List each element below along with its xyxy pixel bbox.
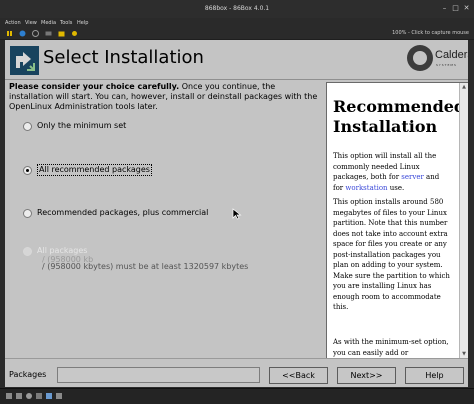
help-paragraph-2: This option installs around 580 megabyte… <box>333 198 450 311</box>
disabled-note-line2: / (958000 kbytes) must be at least 13205… <box>42 262 249 271</box>
logo-text: Caldera <box>435 49 468 61</box>
intro-bold: Please consider your choice carefully. <box>9 82 180 91</box>
floppy-icon[interactable] <box>6 393 12 399</box>
ctrl-alt-del-icon[interactable] <box>45 30 52 37</box>
logo-subtext: SYSTEMS <box>436 63 457 67</box>
installer-header: Select Installation Caldera SYSTEMS <box>5 40 468 80</box>
cdrom-icon[interactable] <box>26 393 32 399</box>
help-panel[interactable]: Recommended Installation This option wil… <box>326 82 468 359</box>
maximize-icon[interactable]: □ <box>451 4 460 13</box>
option-minimum-label: Only the minimum set <box>37 121 127 130</box>
caldera-logo: Caldera SYSTEMS <box>407 45 468 75</box>
sound-icon[interactable] <box>56 393 62 399</box>
help-button[interactable]: Help <box>405 367 464 384</box>
pause-icon[interactable] <box>6 30 13 37</box>
intro-paragraph: Please consider your choice carefully. O… <box>9 82 321 112</box>
screenshot-icon[interactable] <box>58 30 65 37</box>
emulated-screen[interactable]: Select Installation Caldera SYSTEMS Plea… <box>5 40 468 387</box>
window-titlebar: 868box - 86Box 4.0.1 – □ ✕ <box>0 0 474 19</box>
help-p1-text-c: use. <box>387 183 405 192</box>
minimize-icon[interactable]: – <box>440 4 449 13</box>
floppy-2-icon[interactable] <box>16 393 22 399</box>
status-icons-bar <box>0 388 474 404</box>
settings-icon[interactable] <box>71 30 78 37</box>
packages-label: Packages <box>9 370 47 379</box>
window-title: 868box - 86Box 4.0.1 <box>204 5 270 12</box>
radio-commercial[interactable] <box>23 209 32 218</box>
workstation-link[interactable]: workstation <box>345 184 387 192</box>
emulator-toolbar: 100% - Click to capture mouse <box>0 28 474 40</box>
caldera-logo-icon <box>407 45 433 71</box>
option-recommended-label: All recommended packages <box>37 164 152 176</box>
next-button[interactable]: Next>> <box>337 367 396 384</box>
menubar: Action View Media Tools Help <box>0 18 474 28</box>
menu-tools[interactable]: Tools <box>60 18 72 28</box>
mouse-cursor-icon <box>232 208 242 220</box>
menu-view[interactable]: View <box>25 18 37 28</box>
help-paragraph-3: As with the minimum-set option, you can … <box>333 338 449 357</box>
radio-minimum[interactable] <box>23 122 32 131</box>
radio-all-packages <box>23 247 32 256</box>
scroll-down-icon[interactable]: ▼ <box>461 351 467 357</box>
hard-disk-icon[interactable] <box>36 393 42 399</box>
back-button[interactable]: <<Back <box>269 367 328 384</box>
packages-progress-field <box>57 367 260 383</box>
bottom-bar: Packages <<Back Next>> Help <box>5 358 468 387</box>
help-paragraph-1: This option will install all the commonl… <box>333 151 451 193</box>
menu-help[interactable]: Help <box>77 18 88 28</box>
server-link[interactable]: server <box>401 173 424 181</box>
help-heading: Recommended Installation <box>333 97 466 136</box>
option-commercial-label: Recommended packages, plus commercial <box>37 208 209 217</box>
page-title: Select Installation <box>43 47 204 68</box>
radio-recommended[interactable] <box>23 166 32 175</box>
menu-media[interactable]: Media <box>41 18 56 28</box>
power-icon[interactable] <box>32 30 39 37</box>
close-icon[interactable]: ✕ <box>462 4 471 13</box>
menu-action[interactable]: Action <box>5 18 21 28</box>
network-icon[interactable] <box>46 393 52 399</box>
scroll-up-icon[interactable]: ▲ <box>461 84 467 90</box>
capture-hint: 100% - Click to capture mouse <box>392 30 469 36</box>
installer-arrow-icon <box>10 46 39 75</box>
help-scrollbar[interactable]: ▲ ▼ <box>459 83 468 358</box>
reset-icon[interactable] <box>19 30 26 37</box>
